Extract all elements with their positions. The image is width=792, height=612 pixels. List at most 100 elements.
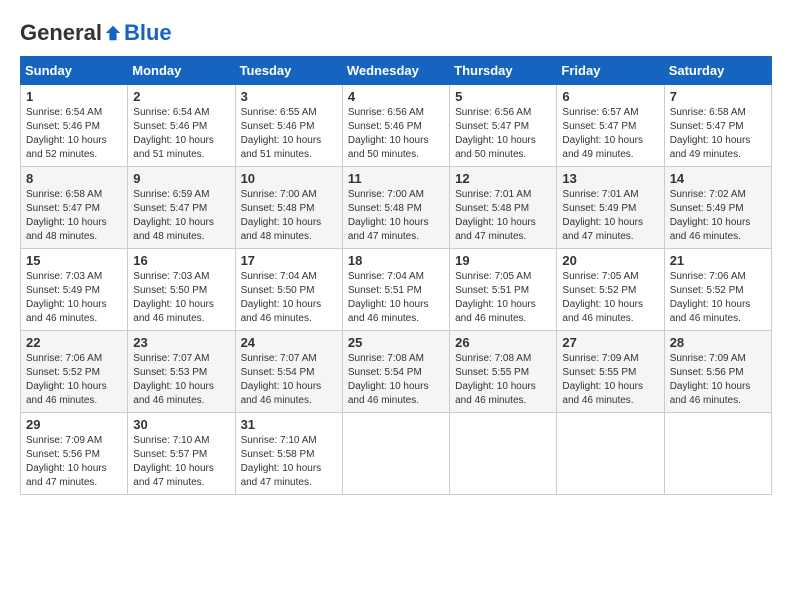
calendar-day-cell: 10 Sunrise: 7:00 AMSunset: 5:48 PMDaylig…: [235, 167, 342, 249]
calendar-day-cell: 1 Sunrise: 6:54 AMSunset: 5:46 PMDayligh…: [21, 85, 128, 167]
calendar-day-cell: 13 Sunrise: 7:01 AMSunset: 5:49 PMDaylig…: [557, 167, 664, 249]
day-number: 26: [455, 335, 551, 350]
day-number: 21: [670, 253, 766, 268]
calendar-day-cell: 20 Sunrise: 7:05 AMSunset: 5:52 PMDaylig…: [557, 249, 664, 331]
day-info: Sunrise: 7:04 AMSunset: 5:51 PMDaylight:…: [348, 271, 429, 324]
day-info: Sunrise: 7:05 AMSunset: 5:51 PMDaylight:…: [455, 271, 536, 324]
day-info: Sunrise: 6:58 AMSunset: 5:47 PMDaylight:…: [670, 107, 751, 160]
day-number: 15: [26, 253, 122, 268]
logo-blue-text: Blue: [124, 20, 172, 46]
day-info: Sunrise: 7:00 AMSunset: 5:48 PMDaylight:…: [241, 189, 322, 242]
day-info: Sunrise: 7:01 AMSunset: 5:48 PMDaylight:…: [455, 189, 536, 242]
calendar-day-cell: 21 Sunrise: 7:06 AMSunset: 5:52 PMDaylig…: [664, 249, 771, 331]
day-info: Sunrise: 7:06 AMSunset: 5:52 PMDaylight:…: [26, 353, 107, 406]
calendar-day-cell: 15 Sunrise: 7:03 AMSunset: 5:49 PMDaylig…: [21, 249, 128, 331]
weekday-header-cell: Saturday: [664, 57, 771, 85]
day-number: 27: [562, 335, 658, 350]
calendar-day-cell: 16 Sunrise: 7:03 AMSunset: 5:50 PMDaylig…: [128, 249, 235, 331]
calendar-body: 1 Sunrise: 6:54 AMSunset: 5:46 PMDayligh…: [21, 85, 772, 495]
day-number: 3: [241, 89, 337, 104]
calendar-day-cell: 9 Sunrise: 6:59 AMSunset: 5:47 PMDayligh…: [128, 167, 235, 249]
day-info: Sunrise: 7:10 AMSunset: 5:58 PMDaylight:…: [241, 435, 322, 488]
day-number: 23: [133, 335, 229, 350]
calendar-day-cell: [664, 413, 771, 495]
calendar-day-cell: 3 Sunrise: 6:55 AMSunset: 5:46 PMDayligh…: [235, 85, 342, 167]
day-info: Sunrise: 6:54 AMSunset: 5:46 PMDaylight:…: [26, 107, 107, 160]
day-number: 8: [26, 171, 122, 186]
day-info: Sunrise: 7:03 AMSunset: 5:50 PMDaylight:…: [133, 271, 214, 324]
calendar-day-cell: 24 Sunrise: 7:07 AMSunset: 5:54 PMDaylig…: [235, 331, 342, 413]
day-number: 7: [670, 89, 766, 104]
calendar-week-row: 8 Sunrise: 6:58 AMSunset: 5:47 PMDayligh…: [21, 167, 772, 249]
day-number: 18: [348, 253, 444, 268]
weekday-header-row: SundayMondayTuesdayWednesdayThursdayFrid…: [21, 57, 772, 85]
day-number: 19: [455, 253, 551, 268]
calendar-day-cell: 31 Sunrise: 7:10 AMSunset: 5:58 PMDaylig…: [235, 413, 342, 495]
weekday-header-cell: Friday: [557, 57, 664, 85]
day-number: 29: [26, 417, 122, 432]
calendar-day-cell: 19 Sunrise: 7:05 AMSunset: 5:51 PMDaylig…: [450, 249, 557, 331]
day-info: Sunrise: 6:56 AMSunset: 5:47 PMDaylight:…: [455, 107, 536, 160]
day-info: Sunrise: 7:04 AMSunset: 5:50 PMDaylight:…: [241, 271, 322, 324]
day-info: Sunrise: 7:01 AMSunset: 5:49 PMDaylight:…: [562, 189, 643, 242]
day-info: Sunrise: 7:07 AMSunset: 5:53 PMDaylight:…: [133, 353, 214, 406]
day-number: 20: [562, 253, 658, 268]
calendar-day-cell: 4 Sunrise: 6:56 AMSunset: 5:46 PMDayligh…: [342, 85, 449, 167]
day-info: Sunrise: 7:08 AMSunset: 5:54 PMDaylight:…: [348, 353, 429, 406]
day-info: Sunrise: 7:09 AMSunset: 5:56 PMDaylight:…: [26, 435, 107, 488]
day-number: 31: [241, 417, 337, 432]
calendar-day-cell: 5 Sunrise: 6:56 AMSunset: 5:47 PMDayligh…: [450, 85, 557, 167]
day-info: Sunrise: 6:57 AMSunset: 5:47 PMDaylight:…: [562, 107, 643, 160]
calendar-day-cell: 25 Sunrise: 7:08 AMSunset: 5:54 PMDaylig…: [342, 331, 449, 413]
day-number: 14: [670, 171, 766, 186]
weekday-header-cell: Thursday: [450, 57, 557, 85]
calendar-day-cell: 2 Sunrise: 6:54 AMSunset: 5:46 PMDayligh…: [128, 85, 235, 167]
calendar-day-cell: 23 Sunrise: 7:07 AMSunset: 5:53 PMDaylig…: [128, 331, 235, 413]
day-info: Sunrise: 7:07 AMSunset: 5:54 PMDaylight:…: [241, 353, 322, 406]
day-number: 25: [348, 335, 444, 350]
calendar-day-cell: 11 Sunrise: 7:00 AMSunset: 5:48 PMDaylig…: [342, 167, 449, 249]
day-info: Sunrise: 7:06 AMSunset: 5:52 PMDaylight:…: [670, 271, 751, 324]
day-info: Sunrise: 6:59 AMSunset: 5:47 PMDaylight:…: [133, 189, 214, 242]
day-number: 4: [348, 89, 444, 104]
calendar-week-row: 1 Sunrise: 6:54 AMSunset: 5:46 PMDayligh…: [21, 85, 772, 167]
weekday-header-cell: Sunday: [21, 57, 128, 85]
day-info: Sunrise: 7:05 AMSunset: 5:52 PMDaylight:…: [562, 271, 643, 324]
day-info: Sunrise: 6:54 AMSunset: 5:46 PMDaylight:…: [133, 107, 214, 160]
calendar-day-cell: 14 Sunrise: 7:02 AMSunset: 5:49 PMDaylig…: [664, 167, 771, 249]
day-number: 2: [133, 89, 229, 104]
day-number: 16: [133, 253, 229, 268]
day-info: Sunrise: 7:09 AMSunset: 5:56 PMDaylight:…: [670, 353, 751, 406]
day-info: Sunrise: 7:10 AMSunset: 5:57 PMDaylight:…: [133, 435, 214, 488]
calendar-day-cell: 29 Sunrise: 7:09 AMSunset: 5:56 PMDaylig…: [21, 413, 128, 495]
calendar-day-cell: 22 Sunrise: 7:06 AMSunset: 5:52 PMDaylig…: [21, 331, 128, 413]
day-number: 5: [455, 89, 551, 104]
day-number: 11: [348, 171, 444, 186]
day-info: Sunrise: 7:03 AMSunset: 5:49 PMDaylight:…: [26, 271, 107, 324]
calendar-day-cell: 17 Sunrise: 7:04 AMSunset: 5:50 PMDaylig…: [235, 249, 342, 331]
calendar-day-cell: 30 Sunrise: 7:10 AMSunset: 5:57 PMDaylig…: [128, 413, 235, 495]
day-number: 13: [562, 171, 658, 186]
day-number: 28: [670, 335, 766, 350]
day-number: 6: [562, 89, 658, 104]
calendar-day-cell: 6 Sunrise: 6:57 AMSunset: 5:47 PMDayligh…: [557, 85, 664, 167]
day-number: 22: [26, 335, 122, 350]
day-number: 1: [26, 89, 122, 104]
day-number: 17: [241, 253, 337, 268]
calendar-day-cell: [450, 413, 557, 495]
calendar-week-row: 15 Sunrise: 7:03 AMSunset: 5:49 PMDaylig…: [21, 249, 772, 331]
calendar-day-cell: 18 Sunrise: 7:04 AMSunset: 5:51 PMDaylig…: [342, 249, 449, 331]
weekday-header-cell: Monday: [128, 57, 235, 85]
day-number: 9: [133, 171, 229, 186]
calendar-day-cell: 12 Sunrise: 7:01 AMSunset: 5:48 PMDaylig…: [450, 167, 557, 249]
day-info: Sunrise: 6:55 AMSunset: 5:46 PMDaylight:…: [241, 107, 322, 160]
day-number: 24: [241, 335, 337, 350]
weekday-header-cell: Tuesday: [235, 57, 342, 85]
calendar-day-cell: [342, 413, 449, 495]
weekday-header-cell: Wednesday: [342, 57, 449, 85]
calendar-day-cell: [557, 413, 664, 495]
header: General Blue: [20, 20, 772, 46]
logo: General Blue: [20, 20, 172, 46]
calendar-day-cell: 28 Sunrise: 7:09 AMSunset: 5:56 PMDaylig…: [664, 331, 771, 413]
day-number: 30: [133, 417, 229, 432]
